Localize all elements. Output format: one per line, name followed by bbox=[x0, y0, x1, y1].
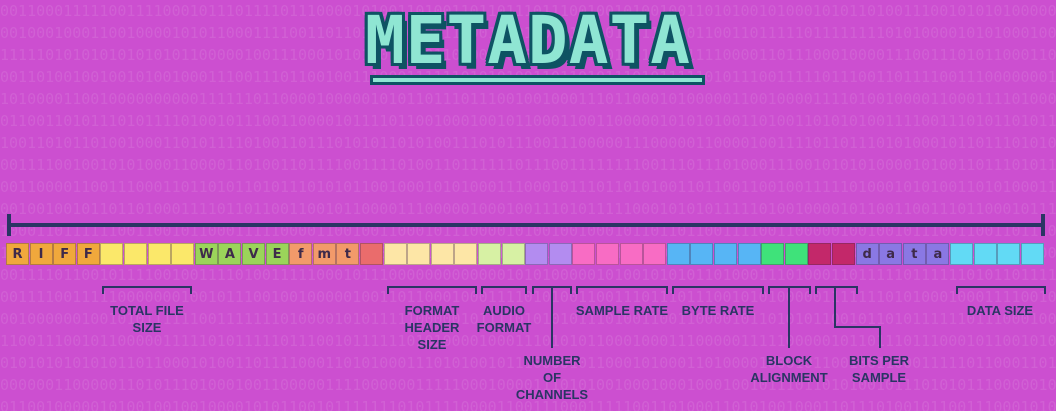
byte-cell bbox=[572, 243, 596, 265]
bracket-format-header-size bbox=[387, 286, 477, 294]
byte-cell bbox=[548, 243, 572, 265]
pointer-bits-per-sample bbox=[834, 286, 836, 328]
bracket-sample-rate bbox=[576, 286, 668, 294]
byte-cell: t bbox=[902, 243, 926, 265]
label-total-file-size: TOTAL FILE SIZE bbox=[110, 303, 184, 335]
byte-cell: E bbox=[265, 243, 289, 265]
byte-cell bbox=[1020, 243, 1044, 265]
byte-cell: a bbox=[879, 243, 903, 265]
byte-cell bbox=[478, 243, 501, 265]
label-block-alignment: BLOCK ALIGNMENT bbox=[750, 353, 828, 385]
byte-cell bbox=[808, 243, 832, 265]
byte-cell: W bbox=[194, 243, 218, 265]
byte-cell: t bbox=[336, 243, 360, 265]
byte-cell: R bbox=[6, 243, 29, 265]
pointer-bits-per-sample-drop bbox=[879, 326, 881, 348]
byte-cell bbox=[171, 243, 195, 265]
byte-cell bbox=[832, 243, 855, 265]
byte-cell bbox=[596, 243, 619, 265]
bracket-total-file-size bbox=[102, 286, 192, 294]
byte-cell bbox=[690, 243, 714, 265]
byte-cell bbox=[714, 243, 737, 265]
byte-cell: A bbox=[218, 243, 242, 265]
byte-cell bbox=[383, 243, 407, 265]
byte-cell: f bbox=[289, 243, 313, 265]
byte-cell bbox=[454, 243, 478, 265]
byte-cell bbox=[761, 243, 785, 265]
byte-cell bbox=[360, 243, 383, 265]
label-format-header-size: FORMAT HEADER SIZE bbox=[404, 303, 460, 352]
label-audio-format: AUDIO FORMAT bbox=[476, 303, 532, 335]
byte-cell: d bbox=[855, 243, 879, 265]
pointer-bits-per-sample-elbow bbox=[834, 326, 881, 328]
byte-cell bbox=[737, 243, 761, 265]
pointer-number-of-channels bbox=[551, 286, 553, 348]
byte-cell bbox=[100, 243, 124, 265]
label-data-size: DATA SIZE bbox=[966, 303, 1034, 318]
byte-cell bbox=[124, 243, 147, 265]
label-sample-rate: SAMPLE RATE bbox=[575, 303, 669, 318]
byte-cell bbox=[501, 243, 525, 265]
page-title: METADATA bbox=[365, 2, 691, 79]
byte-cell: m bbox=[312, 243, 336, 265]
byte-cell: I bbox=[29, 243, 53, 265]
bracket-data-size bbox=[956, 286, 1046, 294]
byte-cell bbox=[430, 243, 454, 265]
byte-cell bbox=[784, 243, 808, 265]
byte-cell bbox=[973, 243, 997, 265]
byte-cell bbox=[643, 243, 667, 265]
bracket-bits-per-sample bbox=[815, 286, 858, 294]
title-underline bbox=[370, 75, 705, 85]
byte-cell: V bbox=[242, 243, 265, 265]
byte-cell bbox=[407, 243, 431, 265]
bracket-audio-format bbox=[481, 286, 527, 294]
byte-cell: F bbox=[53, 243, 77, 265]
byte-cell: a bbox=[926, 243, 950, 265]
label-bits-per-sample: BITS PER SAMPLE bbox=[849, 353, 909, 385]
byte-cell bbox=[619, 243, 643, 265]
byte-cell bbox=[666, 243, 690, 265]
byte-cell bbox=[997, 243, 1021, 265]
label-number-of-channels: NUMBER OF CHANNELS bbox=[515, 353, 589, 402]
header-bytes-row: RIFFWAVEfmtdata bbox=[6, 243, 1051, 267]
full-span-bar bbox=[7, 214, 1045, 236]
byte-cell: F bbox=[76, 243, 100, 265]
bracket-byte-rate bbox=[672, 286, 764, 294]
byte-cell bbox=[525, 243, 549, 265]
label-byte-rate: BYTE RATE bbox=[681, 303, 755, 318]
pointer-block-alignment bbox=[788, 286, 790, 348]
byte-cell bbox=[950, 243, 973, 265]
byte-cell bbox=[147, 243, 171, 265]
